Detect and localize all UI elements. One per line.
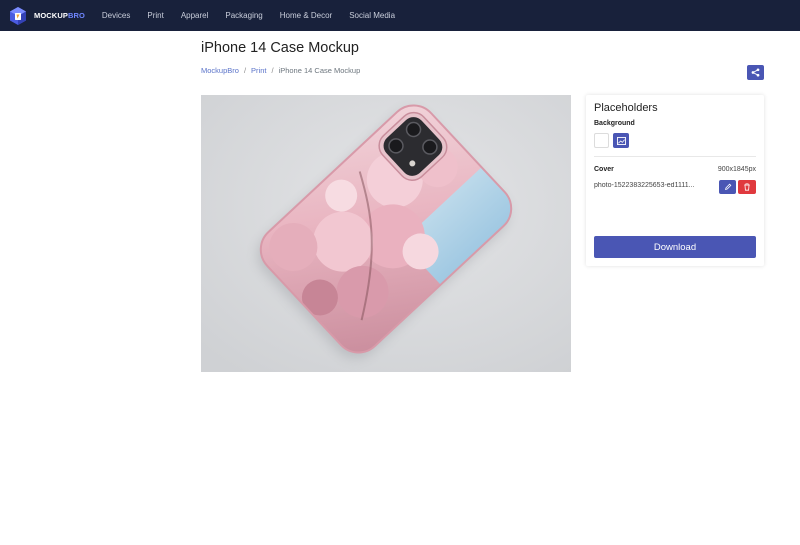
pencil-icon — [724, 183, 731, 190]
edit-cover-button[interactable] — [719, 180, 736, 194]
background-label: Background — [594, 120, 635, 127]
placeholders-panel: Placeholders Background Cover 900x1845px… — [586, 95, 764, 266]
top-navbar: MOCKUPBRO Devices Print Apparel Packagin… — [0, 0, 800, 31]
share-button[interactable] — [747, 65, 764, 80]
cube-logo-icon — [10, 6, 26, 25]
brand-link[interactable]: MOCKUPBRO — [8, 0, 85, 31]
nav-home-decor[interactable]: Home & Decor — [280, 11, 332, 20]
breadcrumb-separator: / — [243, 66, 247, 75]
share-icon — [751, 68, 760, 77]
nav-print[interactable]: Print — [147, 11, 163, 20]
breadcrumb-home[interactable]: MockupBro — [201, 66, 239, 75]
trash-icon — [744, 183, 750, 191]
panel-title: Placeholders — [594, 102, 658, 114]
cover-label: Cover — [594, 166, 614, 173]
page-title: iPhone 14 Case Mockup — [201, 40, 359, 56]
nav-apparel[interactable]: Apparel — [181, 11, 209, 20]
download-button[interactable]: Download — [594, 236, 756, 258]
breadcrumb-current: iPhone 14 Case Mockup — [278, 66, 361, 75]
breadcrumb-separator: / — [271, 66, 274, 75]
cover-file-name: photo-1522383225653-ed1111... — [594, 182, 695, 189]
delete-cover-button[interactable] — [738, 180, 756, 194]
background-image-button[interactable] — [613, 133, 629, 148]
breadcrumb: MockupBro / Print / iPhone 14 Case Mocku… — [201, 66, 360, 75]
nav-social-media[interactable]: Social Media — [349, 11, 395, 20]
background-white-swatch[interactable] — [594, 133, 609, 148]
image-icon — [616, 136, 626, 145]
nav-devices[interactable]: Devices — [102, 11, 130, 20]
divider — [594, 156, 756, 157]
phone-case-mockup-image — [201, 95, 571, 372]
nav-packaging[interactable]: Packaging — [225, 11, 262, 20]
mockup-preview[interactable] — [201, 95, 571, 372]
breadcrumb-print[interactable]: Print — [251, 66, 266, 75]
main-nav: Devices Print Apparel Packaging Home & D… — [93, 11, 395, 20]
brand-name: MOCKUPBRO — [34, 11, 85, 20]
cover-size: 900x1845px — [717, 166, 756, 173]
